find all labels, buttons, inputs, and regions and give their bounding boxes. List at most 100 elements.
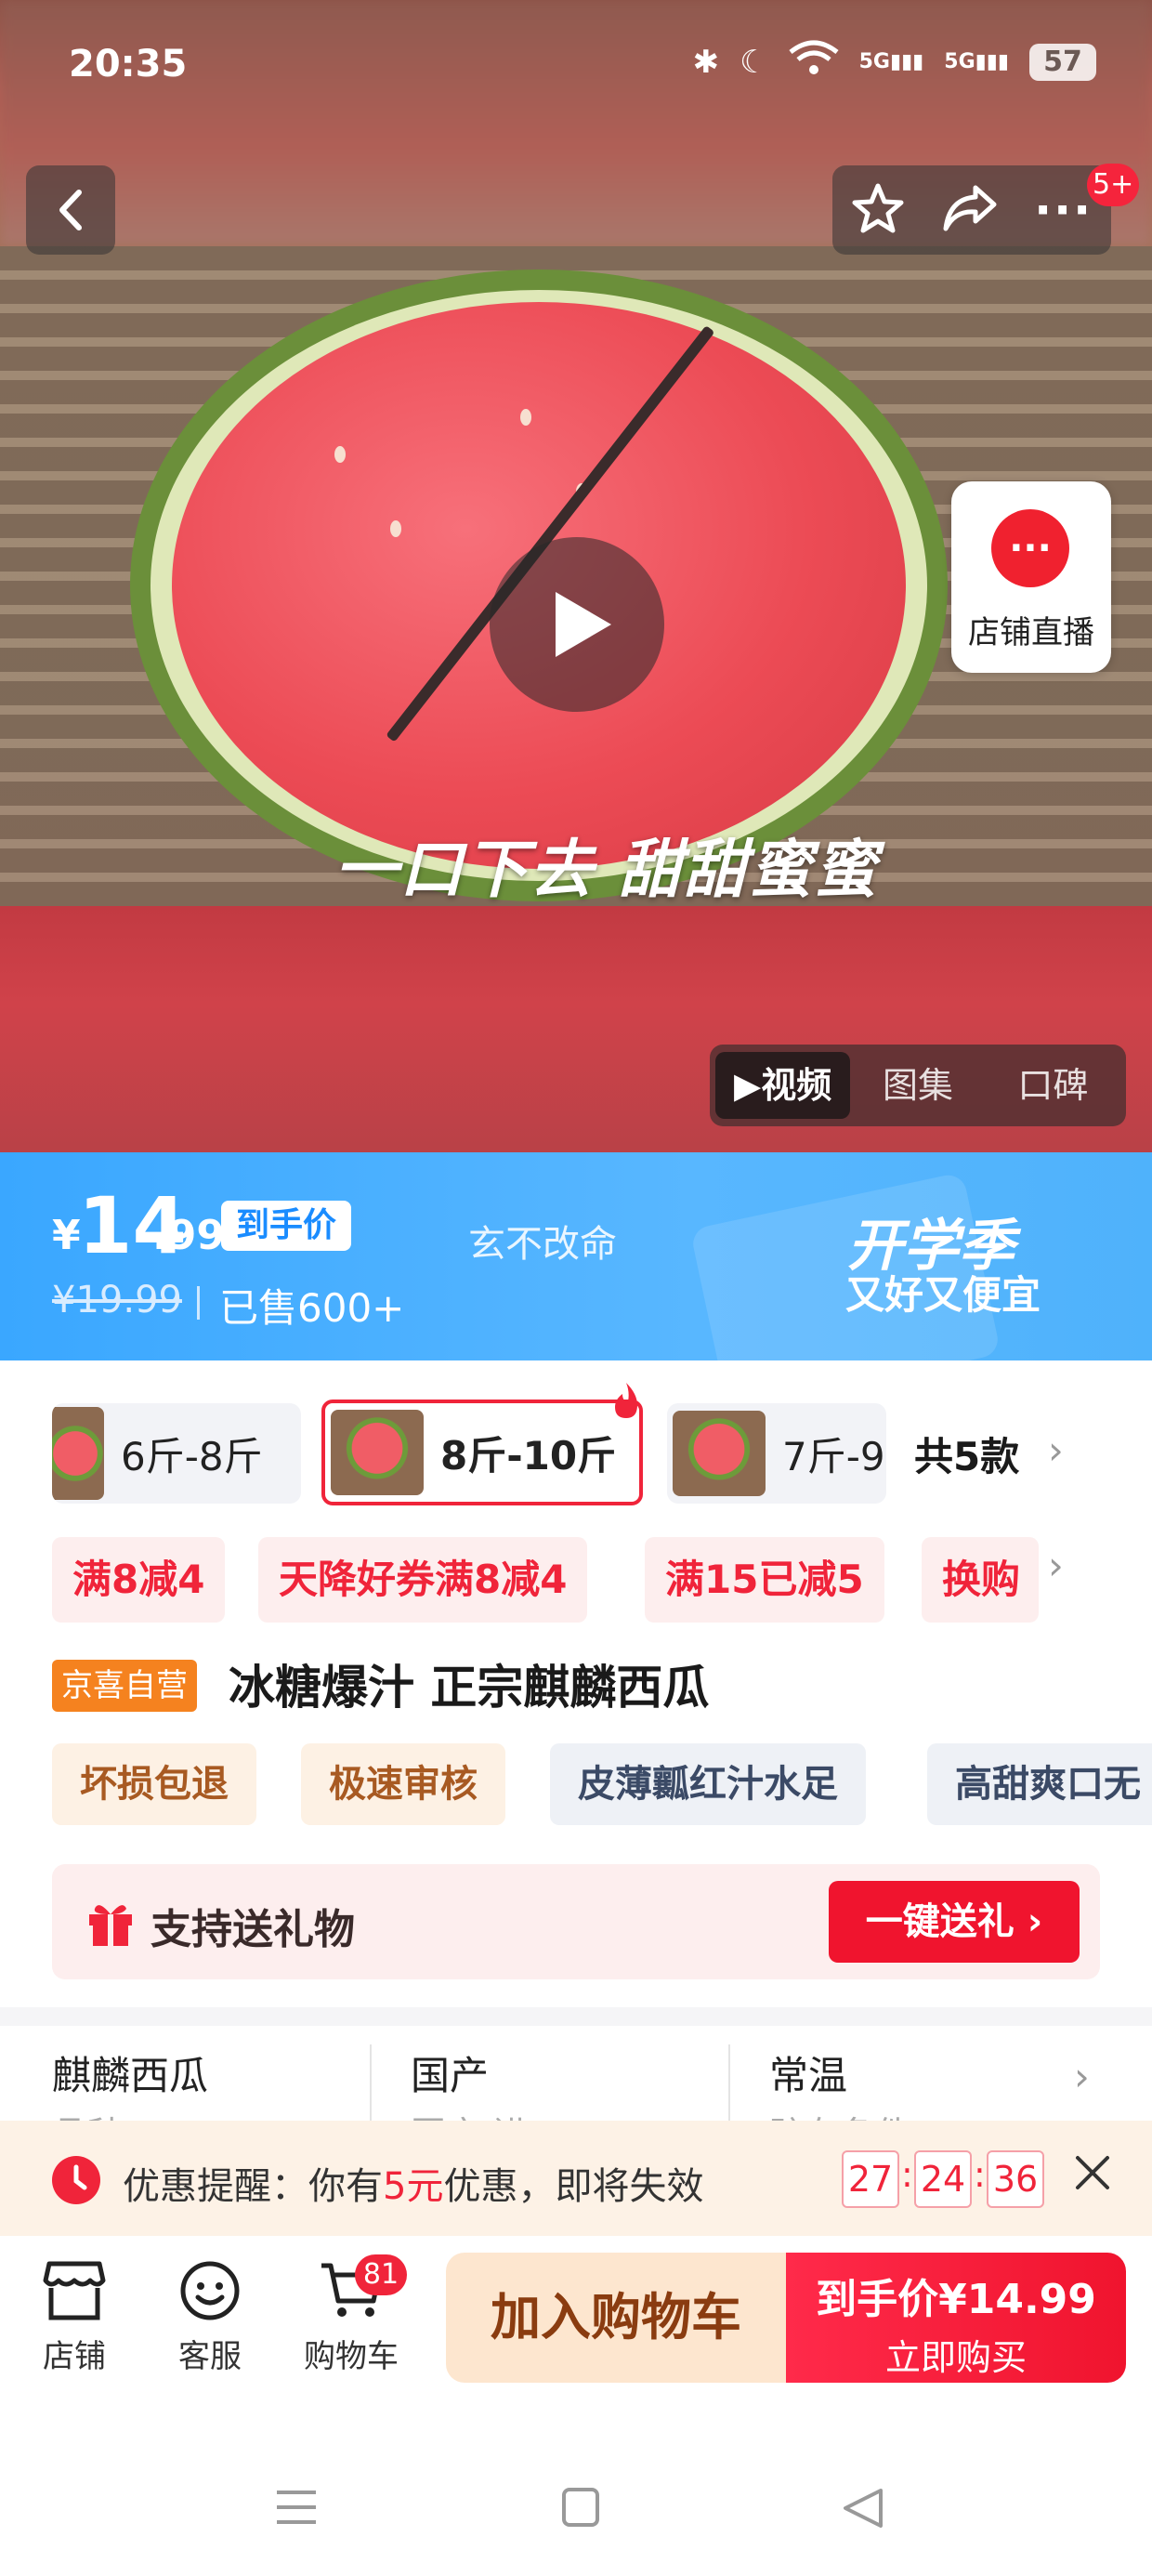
service-label: 客服 [178,2338,242,2375]
bottom-action-bar: 店铺 客服 购物车 81 加入购物车 到手价¥14.99 立即购买 [0,2236,1152,2385]
play-button[interactable] [490,537,664,712]
price-currency: ¥ [52,1212,81,1259]
header-actions: ··· [832,165,1111,255]
spec-option-selected[interactable]: 8斤-10斤 [321,1400,643,1505]
status-time: 20:35 [69,43,188,85]
coupon-chip[interactable]: 天降好券满8减4 [258,1537,588,1623]
gift-icon [85,1899,136,1948]
back-button[interactable] [26,165,115,255]
chevron-right-icon[interactable]: › [1048,1543,1064,1588]
price-decimal: .99 [152,1212,225,1259]
section-divider [0,2007,1152,2026]
hot-flame-icon [609,1381,643,1420]
attribute-value: 常温 [769,2053,848,2098]
service-tag: 坏损包退 [52,1743,256,1825]
play-icon [556,592,611,657]
chevron-right-icon: › [1074,2054,1090,2099]
battery-icon: 57 [1029,43,1096,81]
coupon-chip[interactable]: 满8减4 [52,1537,226,1623]
seed [334,446,346,463]
price-banner: ¥ 14 .99 到手价 玄不改命 ¥19.99 已售600+ 开学季 又好又便… [0,1152,1152,1360]
sold-count: 已售600+ [219,1285,405,1331]
store-icon [43,2261,106,2320]
share-icon[interactable] [942,184,998,236]
back-triangle-icon[interactable] [842,2487,884,2533]
product-media[interactable]: 一口下去 甜甜蜜蜜 20:35 ✱ ☾ 5G▮▮▮ 5G▮▮▮ 57 ··· 5… [0,0,1152,1152]
attribute-value: 国产 [411,2053,490,2098]
bluetooth-icon: ✱ [692,43,720,81]
attributes-row[interactable]: 麒麟西瓜 品种 国产 国产/进口 常温 贮存条件 › [0,2026,1152,2121]
final-price-tag: 到手价 [221,1201,352,1251]
reminder-amount: 5元 [383,2165,444,2208]
customer-service-button[interactable]: 客服 [154,2260,266,2376]
shop-live-button[interactable]: ··· 店铺直播 [951,481,1111,673]
menu-icon[interactable] [275,2489,318,2530]
tab-gallery[interactable]: 图集 [850,1052,985,1119]
attribute-label: 品种 [52,2106,123,2121]
reminder-prefix: 优惠提醒：你有 [123,2165,383,2208]
shop-live-label: 店铺直播 [968,614,1094,651]
video-subtitle: 一口下去 甜甜蜜蜜 [334,834,879,907]
buy-now-button[interactable]: 到手价¥14.99 立即购买 [786,2253,1126,2383]
feature-tag: 皮薄瓤红汁水足 [550,1743,866,1825]
reminder-suffix: 优惠，即将失效 [443,2165,704,2208]
spec-option[interactable]: 6斤-8斤 [52,1403,301,1504]
tab-reviews[interactable]: 口碑 [986,1052,1120,1119]
media-tabs: ▶视频 图集 口碑 [710,1045,1126,1126]
favorite-star-icon[interactable] [851,182,905,238]
attribute-value: 麒麟西瓜 [52,2053,209,2098]
signal-icon: 5G▮▮▮ [944,50,1009,73]
attribute-label: 国产/进口 [411,2106,564,2121]
spec-total[interactable]: 共5款 [914,1426,1019,1482]
seed [520,409,531,426]
countdown-hours: 27 [842,2150,899,2208]
cart-count-badge: 81 [355,2254,407,2295]
send-gift-label: 一键送礼 [865,1900,1015,1943]
live-icon: ··· [991,509,1069,587]
product-title: 冰糖爆汁 正宗麒麟西瓜 [229,1661,710,1715]
countdown-minutes: 24 [914,2150,972,2208]
wifi-icon [789,39,839,85]
network-label: 5G [944,50,975,73]
divider [370,2044,372,2121]
add-to-cart-button[interactable]: 加入购物车 [446,2253,786,2383]
home-icon[interactable] [561,2487,600,2531]
network-label: 5G [858,50,890,73]
close-icon[interactable] [1074,2154,1111,2195]
seed [390,520,401,537]
spec-thumbnail [673,1411,766,1496]
status-icons: ✱ ☾ 5G▮▮▮ 5G▮▮▮ 57 [693,39,1096,85]
original-price: ¥19.99 [52,1279,182,1321]
feature-tag: 高甜爽口无 [927,1743,1152,1825]
shop-button[interactable]: 店铺 [19,2260,130,2376]
coupon-chip[interactable]: 满15已减5 [645,1537,884,1623]
divider [728,2044,730,2121]
notification-badge: 5+ [1087,164,1140,206]
signal-icon: 5G▮▮▮ [858,50,924,73]
more-icon[interactable]: ··· [1034,183,1093,237]
chevron-right-icon[interactable]: › [1048,1427,1064,1473]
gift-bar: 支持送礼物 一键送礼 › [52,1864,1100,1979]
discount-reminder[interactable]: 优惠提醒：你有5元优惠，即将失效 27 : 24 : 36 [0,2121,1152,2236]
attribute-label: 贮存条件 [769,2106,910,2121]
coupon-chip[interactable]: 换购 [922,1537,1039,1623]
spec-label: 7斤-9 [782,1433,885,1479]
countdown-seconds: 36 [987,2150,1044,2208]
reminder-text: 优惠提醒：你有5元优惠，即将失效 [123,2156,703,2210]
buy-now-price: 到手价¥14.99 [816,2276,1096,2323]
system-navigation-bar [0,2385,1152,2576]
send-gift-button[interactable]: 一键送礼 › [829,1881,1080,1963]
moon-icon: ☾ [740,43,768,81]
spec-label: 6斤-8斤 [121,1433,263,1479]
shop-label: 店铺 [43,2338,106,2375]
chat-face-icon [180,2261,240,2320]
tab-video[interactable]: ▶视频 [715,1052,851,1119]
divider [197,1286,200,1320]
spec-option[interactable]: 7斤-9 [667,1403,886,1504]
promo-subtitle: 又好又便宜 [845,1272,1041,1318]
spec-label: 8斤-10斤 [440,1432,617,1479]
chevron-left-icon [59,190,82,230]
clock-icon [52,2156,100,2204]
countdown-colon: : [901,2154,913,2195]
spec-thumbnail [52,1407,104,1500]
